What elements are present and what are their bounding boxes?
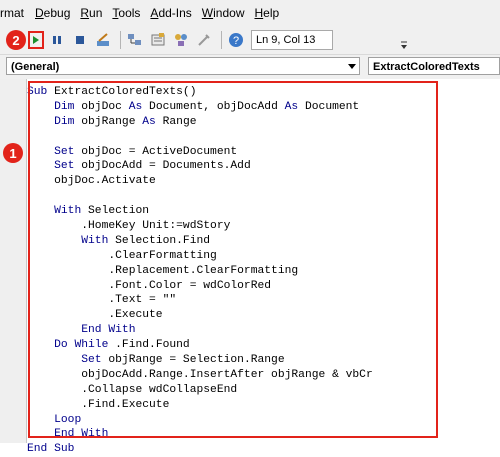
code-line[interactable]: .Find.Execute [27,398,437,413]
standard-toolbar: 2 ? Ln 9, Col 13 [0,26,500,55]
code-keyword: As [284,100,299,113]
code-keyword: End With [54,428,109,441]
step-badge-code: 1 [3,143,23,163]
menu-add-ins[interactable]: Add-Ins [150,6,198,20]
code-keyword: End With [81,324,136,337]
code-keyword: With [54,205,82,218]
code-line[interactable]: .Collapse wdCollapseEnd [27,383,437,398]
code-line[interactable]: .Replacement.ClearFormatting [27,264,437,279]
code-keyword: As [142,115,156,128]
reset-button[interactable] [70,30,90,50]
code-line[interactable]: End With [27,427,437,442]
code-line[interactable]: Set objRange = Selection.Range [27,353,437,368]
break-button[interactable] [47,30,67,50]
code-keyword: Dim [54,100,75,113]
code-line[interactable]: .HomeKey Unit:=wdStory [27,219,437,234]
cursor-position: Ln 9, Col 13 [251,30,333,50]
code-line[interactable]: Loop [27,413,437,428]
code-keyword: Dim [54,115,75,128]
code-line[interactable] [27,130,437,145]
toolbar-separator [221,31,222,49]
code-keyword: Sub [27,86,48,98]
toolbox-button[interactable] [194,30,214,50]
code-line[interactable]: Set objDoc = ActiveDocument [27,145,437,160]
help-button[interactable]: ? [226,30,246,50]
procedure-dropdown-value: ExtractColoredTexts [373,61,480,73]
object-dropdown-arrow[interactable] [345,58,359,74]
code-block[interactable]: Sub ExtractColoredTexts() Dim objDoc As … [27,85,437,457]
toolbar-options-icon[interactable] [400,40,408,50]
code-line[interactable]: objDoc.Activate [27,174,437,189]
design-mode-icon [97,33,109,46]
help-icon: ? [229,33,243,47]
code-keyword: Loop [54,413,82,426]
run-button[interactable] [28,31,44,49]
code-line[interactable]: End Sub [27,442,437,457]
code-keyword: Set [81,354,102,367]
code-line[interactable]: Sub ExtractColoredTexts() [27,85,437,100]
code-line[interactable]: Set objDocAdd = Documents.Add [27,159,437,174]
code-line[interactable]: With Selection.Find [27,234,437,249]
code-line[interactable]: Do While .Find.Found [27,338,437,353]
project-explorer-icon [128,34,141,45]
code-keyword: With [81,234,109,247]
code-line[interactable] [27,189,437,204]
stop-icon [76,36,84,44]
code-editor[interactable]: 1 Sub ExtractColoredTexts() Dim objDoc A… [0,79,500,455]
object-browser-button[interactable] [171,30,191,50]
menu-debug-rest: ebug [43,6,71,20]
code-line[interactable]: End With [27,323,437,338]
menu-format[interactable]: rmat [0,6,31,20]
svg-text:?: ? [233,35,239,47]
procedure-dropdown[interactable]: ExtractColoredTexts [368,57,500,75]
code-line[interactable]: .ClearFormatting [27,249,437,264]
menu-tools[interactable]: Tools [112,6,147,20]
code-line[interactable]: Dim objRange As Range [27,115,437,130]
menu-help[interactable]: Help [254,6,286,20]
code-line[interactable]: With Selection [27,204,437,219]
code-keyword: As [128,100,143,113]
code-keyword: Set [54,160,75,173]
code-line[interactable]: .Text = "" [27,293,437,308]
margin-indicator-bar[interactable] [0,79,27,443]
code-line[interactable]: .Execute [27,308,437,323]
code-keyword: Do While [54,339,109,352]
code-keyword: Set [54,145,75,158]
menu-window[interactable]: Window [202,6,252,20]
code-window-dropdowns: (General) ExtractColoredTexts [0,55,500,79]
code-line[interactable]: .Font.Color = wdColorRed [27,279,437,294]
code-line[interactable]: objDocAdd.Range.InsertAfter objRange & v… [27,368,437,383]
object-browser-icon [175,34,187,46]
project-explorer-button[interactable] [125,30,145,50]
pause-icon [53,36,61,44]
menu-run[interactable]: Run [80,6,109,20]
chevron-down-icon [348,63,356,69]
toolbar-separator [120,31,121,49]
toolbox-icon [198,34,210,46]
object-dropdown-value: (General) [11,61,60,73]
menu-debug[interactable]: Debug [35,6,77,20]
menu-bar: rmat Debug Run Tools Add-Ins Window Help [0,0,500,26]
properties-window-button[interactable] [148,30,168,50]
design-mode-button[interactable] [93,30,113,50]
code-keyword: End Sub [27,443,75,456]
code-line[interactable]: Dim objDoc As Document, objDocAdd As Doc… [27,100,437,115]
properties-icon [151,33,165,46]
run-icon [33,36,39,44]
step-badge-run: 2 [6,30,26,50]
object-dropdown[interactable]: (General) [6,57,360,75]
